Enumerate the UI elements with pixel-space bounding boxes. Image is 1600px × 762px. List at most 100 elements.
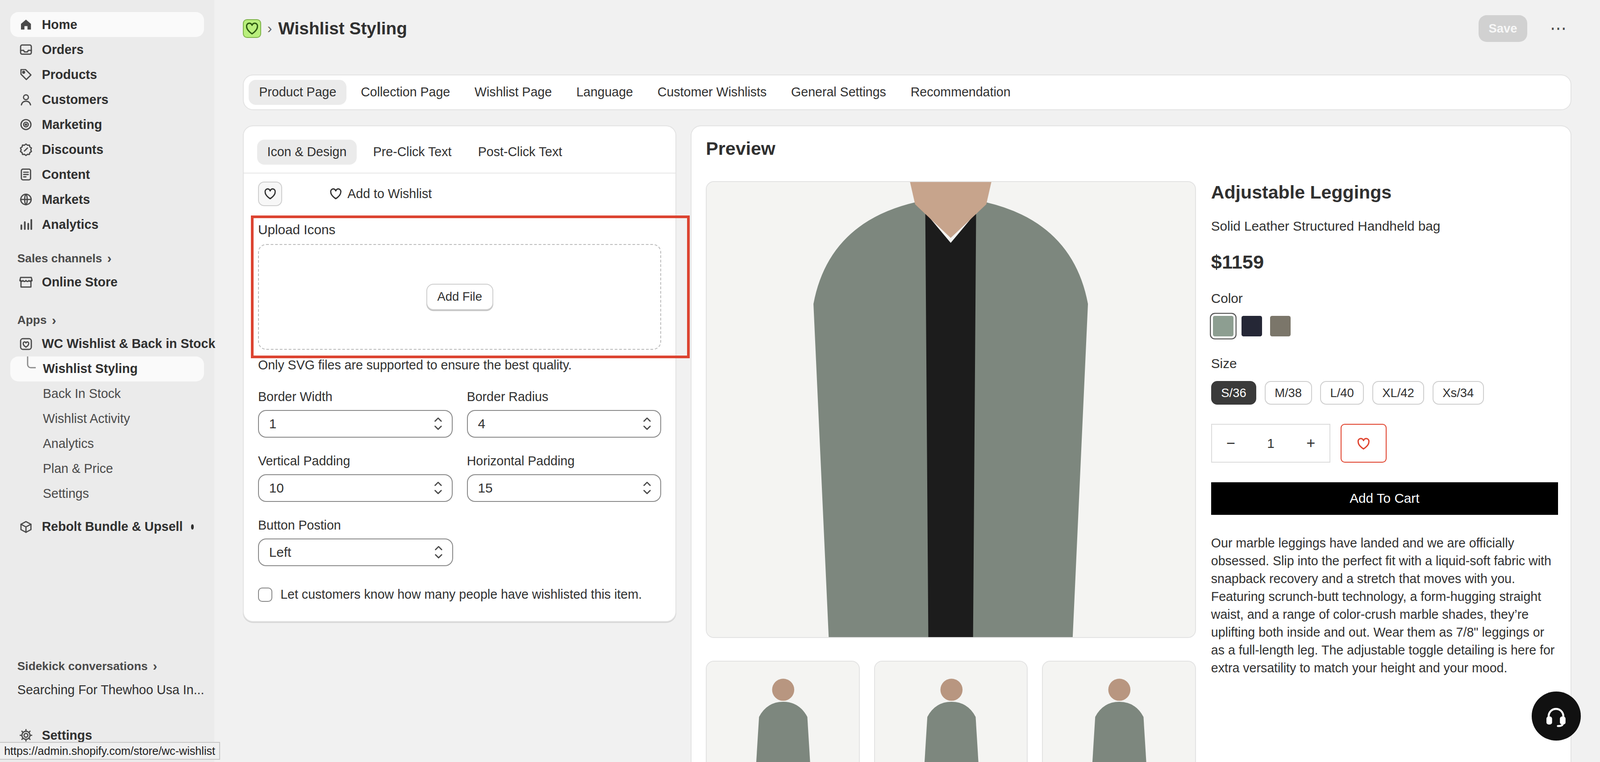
app-sub-item[interactable]: Analytics bbox=[10, 431, 205, 457]
size-option[interactable]: L/40 bbox=[1320, 381, 1364, 405]
content-columns: Icon & DesignPre-Click TextPost-Click Te… bbox=[242, 125, 1572, 762]
heart-icon bbox=[328, 186, 344, 202]
number-input[interactable] bbox=[466, 410, 662, 438]
app-sub-item-label: Back In Stock bbox=[42, 386, 121, 402]
app-item[interactable]: Rebolt Bundle & Upsell bbox=[10, 514, 205, 540]
app-sub-item[interactable]: Plan & Price bbox=[10, 456, 205, 482]
product-thumbnail[interactable] bbox=[1041, 661, 1196, 762]
show-count-option[interactable]: Let customers know how many people have … bbox=[243, 586, 676, 604]
swatch-fill bbox=[1241, 316, 1263, 337]
product-thumbnail[interactable] bbox=[874, 661, 1028, 762]
sidebar-item[interactable]: Discounts bbox=[10, 137, 205, 163]
subtab[interactable]: Icon & Design bbox=[257, 139, 358, 165]
product-thumbnail[interactable] bbox=[705, 661, 860, 762]
color-label: Color bbox=[1211, 290, 1559, 308]
color-swatch[interactable] bbox=[1270, 316, 1291, 337]
size-options: S/36 M/38 L/40 XL/42 Xs/34 bbox=[1211, 381, 1559, 405]
position-select[interactable]: Left bbox=[258, 538, 454, 567]
chevron: › bbox=[51, 312, 57, 329]
sidebar-item[interactable]: Analytics bbox=[10, 212, 205, 238]
sidebar-item[interactable]: Content bbox=[10, 162, 205, 188]
tab[interactable]: General Settings bbox=[780, 79, 896, 105]
size-option[interactable]: M/38 bbox=[1264, 381, 1313, 405]
chevron: › bbox=[152, 658, 158, 675]
tab[interactable]: Product Page bbox=[248, 79, 347, 105]
page-header: ›Wishlist StylingSave⋯ bbox=[242, 14, 1572, 43]
app-sub-item-label: Settings bbox=[42, 486, 89, 502]
number-input[interactable] bbox=[258, 410, 453, 438]
add-file-button[interactable]: Add File bbox=[426, 283, 494, 311]
bar-chart-icon bbox=[18, 216, 34, 233]
size-option[interactable]: XL/42 bbox=[1372, 381, 1425, 405]
app-sub-item[interactable]: Back In Stock bbox=[10, 381, 205, 407]
stepper-icon[interactable] bbox=[433, 478, 444, 498]
preview-content: Adjustable LeggingsSolid Leather Structu… bbox=[705, 181, 1557, 762]
add-to-cart-button[interactable]: Add To Cart bbox=[1211, 482, 1559, 516]
app-sub-item[interactable]: Wishlist Styling bbox=[10, 356, 205, 382]
style-option[interactable]: Add to Wishlist bbox=[323, 181, 438, 207]
tab[interactable]: Language bbox=[566, 79, 644, 105]
sidebar-item-label: Discounts bbox=[41, 142, 104, 158]
field-label: Border Width bbox=[258, 388, 453, 406]
quantity-value: 1 bbox=[1266, 436, 1275, 452]
divider bbox=[243, 172, 676, 174]
sidekick-conversation-label: Searching For Thewhoo Usa In... bbox=[17, 683, 205, 698]
tab-bar: Product PageCollection PageWishlist Page… bbox=[242, 74, 1572, 111]
sales-channels-heading[interactable]: Sales channels› bbox=[0, 247, 215, 270]
color-swatch[interactable] bbox=[1241, 316, 1263, 337]
product-price: $1159 bbox=[1211, 250, 1559, 275]
breadcrumb-separator: › bbox=[267, 20, 273, 37]
stepper-icon[interactable] bbox=[433, 414, 444, 434]
decrease-button[interactable]: − bbox=[1226, 434, 1236, 453]
style-option[interactable] bbox=[258, 181, 283, 207]
app-sub-item[interactable]: Wishlist Activity bbox=[10, 406, 205, 432]
tab[interactable]: Wishlist Page bbox=[464, 79, 563, 105]
sidekick-heading[interactable]: Sidekick conversations› bbox=[0, 655, 215, 678]
tab[interactable]: Collection Page bbox=[350, 79, 461, 105]
subtab[interactable]: Post-Click Text bbox=[467, 139, 573, 165]
app-sub-item-label: Wishlist Styling bbox=[42, 361, 138, 377]
save-button[interactable]: Save bbox=[1478, 15, 1528, 42]
stepper-icon[interactable] bbox=[641, 478, 653, 498]
size-label: Size bbox=[1211, 355, 1559, 373]
sidebar-item[interactable]: Home bbox=[10, 12, 205, 38]
sidebar-item[interactable]: Orders bbox=[10, 37, 205, 63]
stepper-icon[interactable] bbox=[641, 414, 653, 434]
number-input[interactable] bbox=[466, 474, 662, 503]
size-option[interactable]: S/36 bbox=[1211, 381, 1257, 405]
sidebar-item[interactable]: Products bbox=[10, 62, 205, 88]
tab[interactable]: Recommendation bbox=[900, 79, 1021, 105]
color-swatch[interactable] bbox=[1212, 316, 1234, 337]
settings-label: Settings bbox=[41, 728, 93, 744]
tab[interactable]: Customer Wishlists bbox=[647, 79, 777, 105]
app: HomeOrdersProductsCustomersMarketing Disc… bbox=[0, 0, 1600, 762]
size-option[interactable]: Xs/34 bbox=[1432, 381, 1484, 405]
input-wrapper bbox=[258, 474, 453, 503]
increase-button[interactable]: + bbox=[1306, 434, 1316, 453]
sidebar-item[interactable]: Customers bbox=[10, 87, 205, 113]
style-option-label: Add to Wishlist bbox=[347, 186, 432, 202]
subtab[interactable]: Pre-Click Text bbox=[362, 139, 462, 165]
chat-button[interactable] bbox=[1531, 691, 1581, 742]
app-sub-item-label: Plan & Price bbox=[42, 461, 113, 477]
select-arrows-icon bbox=[433, 542, 444, 563]
sidekick-conversation[interactable]: Searching For Thewhoo Usa In... bbox=[10, 677, 205, 703]
tree-connector-icon bbox=[24, 356, 37, 374]
wishlist-button[interactable] bbox=[1340, 424, 1387, 463]
app-item[interactable]: WC Wishlist & Back in Stock bbox=[10, 331, 205, 357]
product-image bbox=[705, 181, 1196, 639]
upload-label: Upload Icons bbox=[258, 220, 662, 239]
sidebar-item[interactable]: Marketing bbox=[10, 112, 205, 138]
sidebar-item[interactable]: Online Store bbox=[10, 269, 205, 295]
number-input[interactable] bbox=[258, 474, 453, 503]
app-sub-item[interactable]: Settings bbox=[10, 481, 205, 507]
checkbox[interactable] bbox=[258, 587, 273, 603]
app-sub-item-label: Analytics bbox=[42, 436, 94, 452]
color-swatches bbox=[1211, 316, 1559, 337]
sidebar-item-label: Analytics bbox=[41, 217, 99, 233]
sidebar-item[interactable]: Markets bbox=[10, 187, 205, 213]
more-actions-button[interactable]: ⋯ bbox=[1545, 18, 1572, 38]
field-label: Button Postion bbox=[258, 517, 662, 534]
apps-heading[interactable]: Apps› bbox=[0, 308, 215, 332]
upload-dropzone[interactable]: Add File bbox=[258, 244, 662, 351]
